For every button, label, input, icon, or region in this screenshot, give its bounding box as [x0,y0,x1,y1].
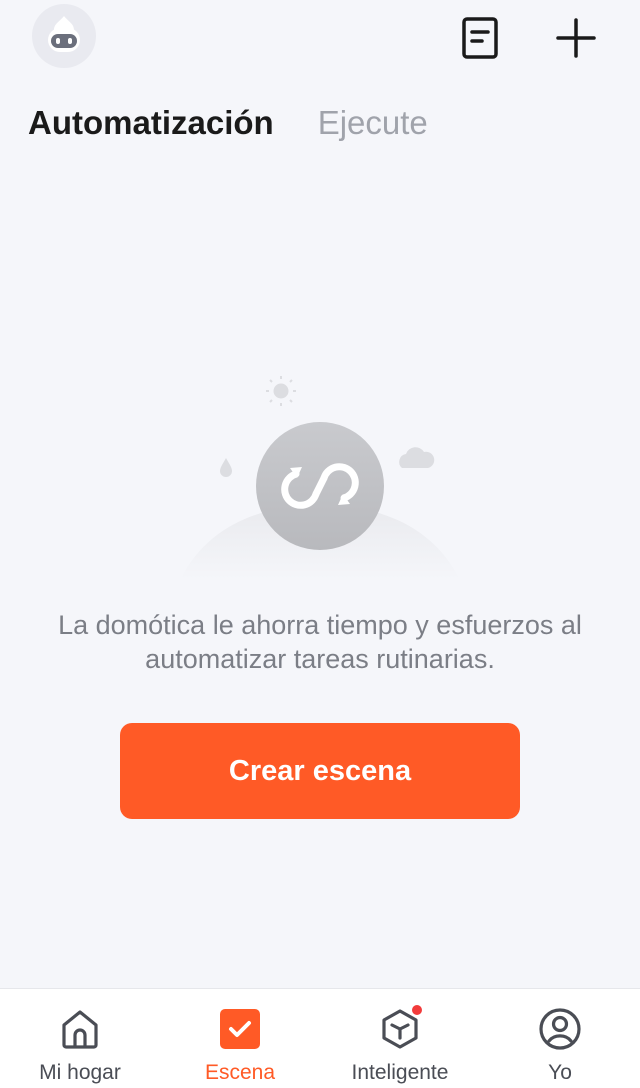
sun-icon [266,376,296,406]
nav-item-escena[interactable]: Escena [160,989,320,1088]
create-scene-button[interactable]: Crear escena [120,723,520,819]
cube-icon [378,1003,424,1051]
nav-item-yo[interactable]: Yo [480,989,640,1088]
droplet-icon [220,458,232,477]
nav-item-mi-hogar[interactable]: Mi hogar [0,989,160,1088]
tab-ejecute[interactable]: Ejecute [318,104,428,142]
avatar[interactable] [32,4,96,68]
scene-check-icon [218,1007,262,1051]
nav-label-escena: Escena [204,1061,276,1084]
cloud-icon [399,447,435,468]
empty-state-illustration [170,370,470,580]
nav-item-inteligente[interactable]: Inteligente [320,989,480,1088]
robot-face-icon [48,16,80,52]
nav-label-mi-hogar: Mi hogar [39,1061,121,1084]
add-button[interactable] [552,14,600,62]
document-list-icon [462,17,498,59]
plus-icon [556,18,596,58]
empty-state-message: La domótica le ahorra tiempo y esfuerzos… [58,610,582,674]
app-root: Automatización Ejecute La domótica le ah… [0,0,640,1088]
log-button[interactable] [456,14,504,62]
nav-label-yo: Yo [548,1061,572,1084]
header [0,0,640,80]
nav-label-inteligente: Inteligente [351,1061,449,1084]
profile-icon [538,1007,582,1051]
notification-badge [410,1003,424,1017]
bottom-nav: Mi hogar Escena Inteligente Yo [0,988,640,1088]
home-icon [58,1007,102,1051]
tab-bar: Automatización Ejecute [28,104,428,142]
tab-automatizacion[interactable]: Automatización [28,104,274,142]
